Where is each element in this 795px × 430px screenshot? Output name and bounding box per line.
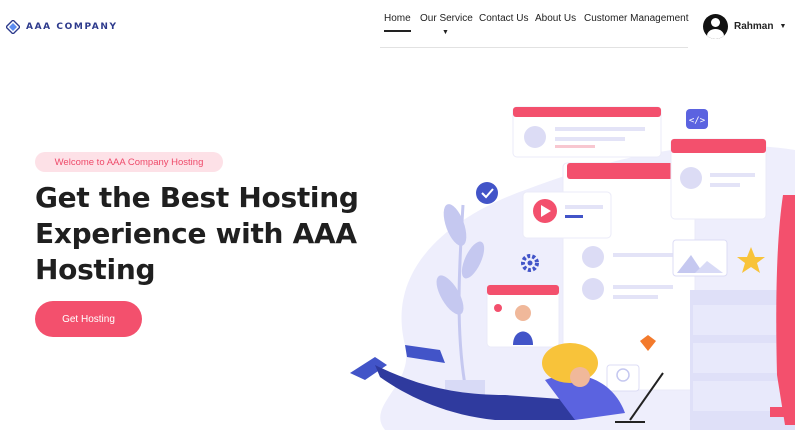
chevron-down-icon[interactable]: ▼	[442, 29, 449, 36]
hero-illustration: </>	[345, 95, 795, 430]
user-name: Rahman	[734, 21, 774, 32]
hero-title-line: Experience with AAA	[35, 217, 357, 250]
brand-name: AAA COMPANY	[26, 22, 118, 32]
get-hosting-button[interactable]: Get Hosting	[35, 301, 142, 337]
hero-title-line: Hosting	[35, 253, 156, 286]
user-menu[interactable]: Rahman ▼	[703, 14, 786, 39]
avatar[interactable]	[703, 14, 728, 39]
nav-item-our-service[interactable]: Our Service	[420, 13, 473, 24]
welcome-badge: Welcome to AAA Company Hosting	[35, 152, 223, 172]
nav-item-customer-management[interactable]: Customer Management	[584, 13, 689, 24]
nav-item-home[interactable]: Home	[384, 13, 411, 32]
main-nav: Home Our Service ▼ Contact Us About Us C…	[380, 8, 689, 48]
brand-logo[interactable]: AAA COMPANY	[5, 19, 118, 35]
nav-item-about-us[interactable]: About Us	[535, 13, 576, 24]
chevron-down-icon[interactable]: ▼	[779, 23, 786, 30]
diamond-logo-icon	[5, 19, 21, 35]
hero-title: Get the Best Hosting Experience with AAA…	[35, 180, 365, 288]
svg-text:</>: </>	[689, 116, 706, 126]
nav-item-contact-us[interactable]: Contact Us	[479, 13, 528, 24]
hero-title-line: Get the Best Hosting	[35, 181, 359, 214]
